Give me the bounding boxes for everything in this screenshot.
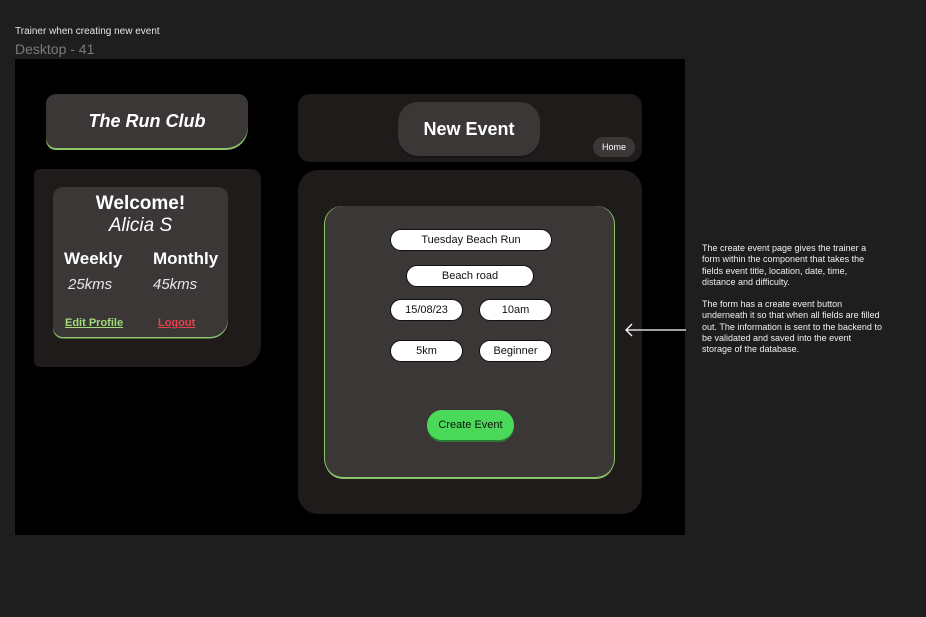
create-event-form: Create Event — [325, 206, 614, 477]
event-difficulty-input[interactable] — [479, 340, 552, 362]
edit-profile-link[interactable]: Edit Profile — [65, 317, 123, 329]
create-event-button[interactable]: Create Event — [427, 410, 514, 440]
home-button[interactable]: Home — [593, 137, 635, 157]
event-date-input[interactable] — [390, 299, 463, 321]
main-panel: Create Event — [298, 170, 642, 514]
weekly-value: 25kms — [68, 276, 113, 293]
event-location-input[interactable] — [406, 265, 534, 287]
event-distance-input[interactable] — [390, 340, 463, 362]
user-name: Alicia S — [108, 215, 173, 236]
welcome-heading: Welcome! — [95, 193, 186, 214]
annotation-paragraph-2: The form has a create event button under… — [702, 299, 882, 354]
header-panel: New Event Home — [298, 94, 642, 162]
annotation-notes: The create event page gives the trainer … — [702, 243, 882, 366]
page-title: New Event — [423, 118, 515, 139]
logo-card[interactable]: The Run Club — [46, 94, 248, 148]
frame-label: Desktop - 41 — [15, 41, 95, 57]
desktop-frame: The Run Club Welcome! Alicia S Weekly Mo… — [15, 59, 685, 535]
annotation-paragraph-1: The create event page gives the trainer … — [702, 243, 867, 287]
event-time-input[interactable] — [479, 299, 552, 321]
page-title-pill: New Event — [398, 102, 540, 156]
arrow-left-icon — [625, 323, 686, 337]
weekly-label: Weekly — [64, 249, 123, 268]
logout-link[interactable]: Logout — [158, 317, 195, 329]
monthly-value: 45kms — [153, 276, 198, 293]
monthly-label: Monthly — [153, 249, 219, 268]
profile-panel: Welcome! Alicia S Weekly Monthly 25kms 4… — [34, 169, 261, 367]
logo-text: The Run Club — [88, 110, 206, 131]
event-title-input[interactable] — [390, 229, 552, 251]
profile-card: Welcome! Alicia S Weekly Monthly 25kms 4… — [53, 187, 228, 337]
caption: Trainer when creating new event — [15, 26, 160, 37]
